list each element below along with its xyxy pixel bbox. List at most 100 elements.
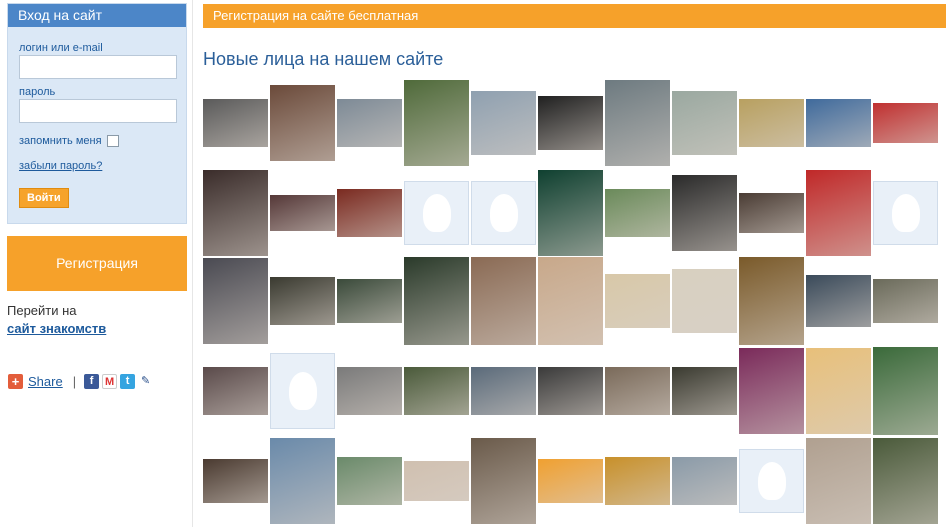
gmail-icon[interactable]: M — [102, 374, 118, 389]
profile-thumb[interactable] — [471, 78, 536, 167]
profile-thumb[interactable] — [806, 436, 871, 525]
profile-photo — [270, 437, 335, 524]
profile-photo — [270, 194, 335, 231]
profile-thumb[interactable] — [806, 78, 871, 167]
login-title: Вход на сайт — [8, 4, 186, 27]
profile-photo — [203, 257, 268, 344]
profile-thumb[interactable] — [739, 256, 804, 345]
dating-site-link[interactable]: сайт знакомств — [7, 321, 187, 336]
profile-thumb[interactable] — [739, 346, 804, 435]
profile-thumb[interactable] — [605, 78, 670, 167]
profile-thumb[interactable] — [605, 256, 670, 345]
register-button[interactable]: Регистрация — [7, 236, 187, 291]
profile-photo — [404, 256, 469, 345]
share-link[interactable]: Share — [28, 374, 63, 389]
password-input[interactable] — [19, 99, 177, 123]
profile-thumb[interactable] — [471, 256, 536, 345]
profile-thumb[interactable] — [404, 78, 469, 167]
profile-thumb[interactable] — [873, 78, 938, 167]
profile-thumb[interactable] — [337, 78, 402, 167]
profile-thumb[interactable] — [270, 436, 335, 525]
profile-thumb[interactable] — [270, 346, 335, 435]
profile-thumb[interactable] — [203, 346, 268, 435]
edit-icon[interactable]: ✎ — [138, 374, 154, 389]
profile-thumb[interactable] — [672, 168, 737, 257]
profile-thumb[interactable] — [538, 436, 603, 525]
profile-thumb[interactable] — [806, 256, 871, 345]
column-divider — [192, 0, 193, 527]
profile-thumb[interactable] — [672, 256, 737, 345]
profile-thumb[interactable] — [605, 436, 670, 525]
profile-photo — [605, 366, 670, 415]
profile-thumb[interactable] — [739, 168, 804, 257]
profile-thumb[interactable] — [739, 78, 804, 167]
profile-thumb[interactable] — [404, 256, 469, 345]
profile-thumb[interactable] — [873, 346, 938, 435]
login-form: логин или e-mail пароль запомнить меня з… — [8, 27, 186, 208]
default-avatar-icon — [739, 448, 804, 513]
profile-thumb[interactable] — [337, 436, 402, 525]
profile-thumb[interactable] — [806, 168, 871, 257]
profile-photo — [739, 347, 804, 434]
profile-thumb[interactable] — [471, 168, 536, 257]
profile-thumb[interactable] — [672, 436, 737, 525]
facebook-icon[interactable]: f — [84, 374, 100, 389]
profile-photo — [873, 102, 938, 143]
profile-photo — [270, 84, 335, 161]
profile-photo — [471, 366, 536, 415]
profile-thumb[interactable] — [203, 436, 268, 525]
profile-thumb[interactable] — [806, 346, 871, 435]
profile-thumb[interactable] — [404, 168, 469, 257]
profile-thumb[interactable] — [270, 78, 335, 167]
profile-thumb[interactable] — [471, 346, 536, 435]
profile-photo — [739, 192, 804, 233]
faces-row — [203, 346, 948, 435]
profile-thumb[interactable] — [538, 78, 603, 167]
profile-thumb[interactable] — [672, 78, 737, 167]
profile-thumb[interactable] — [605, 168, 670, 257]
profile-thumb[interactable] — [337, 168, 402, 257]
profile-photo — [404, 460, 469, 501]
profile-thumb[interactable] — [337, 256, 402, 345]
profile-photo — [873, 346, 938, 435]
remember-me: запомнить меня — [19, 135, 176, 147]
profile-thumb[interactable] — [404, 436, 469, 525]
profile-thumb[interactable] — [203, 168, 268, 257]
remember-label: запомнить меня — [19, 135, 102, 147]
profile-thumb[interactable] — [672, 346, 737, 435]
faces-row — [203, 436, 948, 525]
share-separator: | — [72, 374, 77, 389]
faces-row — [203, 168, 948, 257]
profile-thumb[interactable] — [270, 168, 335, 257]
login-label: логин или e-mail — [19, 42, 103, 54]
profile-photo — [471, 90, 536, 155]
profile-photo — [538, 366, 603, 415]
twitter-icon[interactable]: t — [120, 374, 136, 389]
login-input[interactable] — [19, 55, 177, 79]
profile-photo — [337, 188, 402, 237]
profile-thumb[interactable] — [203, 256, 268, 345]
share-plus-icon[interactable]: + — [8, 374, 23, 389]
profile-thumb[interactable] — [337, 346, 402, 435]
profile-photo — [471, 256, 536, 345]
profile-thumb[interactable] — [873, 436, 938, 525]
login-button[interactable]: Войти — [19, 188, 69, 208]
profile-thumb[interactable] — [873, 168, 938, 257]
password-label: пароль — [19, 86, 56, 98]
profile-thumb[interactable] — [873, 256, 938, 345]
profile-thumb[interactable] — [404, 346, 469, 435]
profile-photo — [806, 347, 871, 434]
profile-thumb[interactable] — [538, 168, 603, 257]
profile-thumb[interactable] — [739, 436, 804, 525]
profile-thumb[interactable] — [270, 256, 335, 345]
profile-photo — [404, 79, 469, 166]
profile-thumb[interactable] — [605, 346, 670, 435]
profile-thumb[interactable] — [538, 256, 603, 345]
profile-thumb[interactable] — [471, 436, 536, 525]
profile-photo — [605, 456, 670, 505]
profile-thumb[interactable] — [538, 346, 603, 435]
profile-photo — [203, 366, 268, 415]
forgot-password-link[interactable]: забыли пароль? — [19, 160, 176, 172]
profile-thumb[interactable] — [203, 78, 268, 167]
remember-checkbox[interactable] — [106, 135, 119, 147]
